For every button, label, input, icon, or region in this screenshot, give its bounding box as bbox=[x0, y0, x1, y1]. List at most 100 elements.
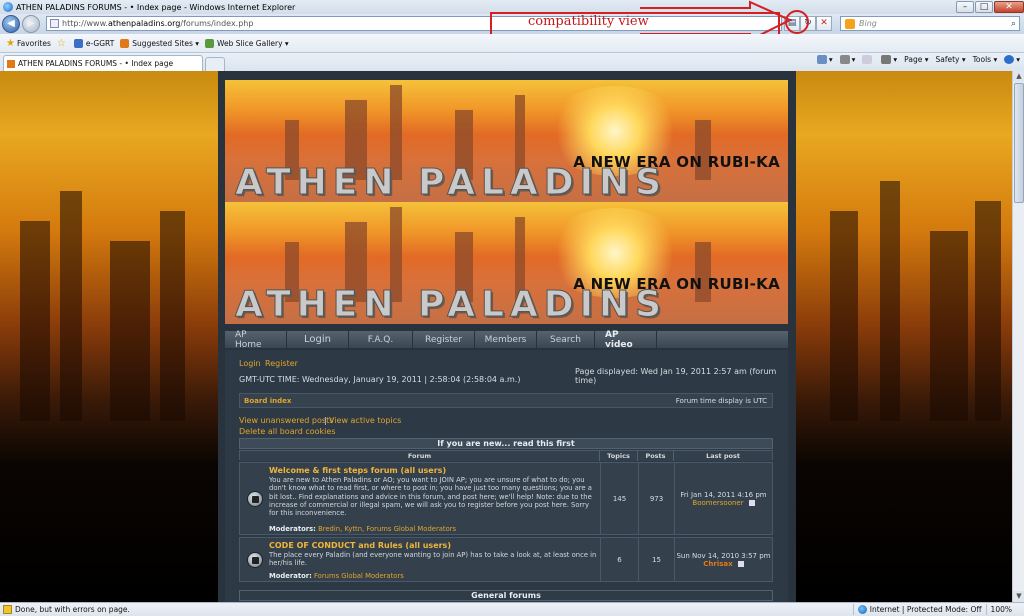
moderators-label: Moderator: bbox=[269, 572, 312, 580]
delete-cookies-link[interactable]: Delete all board cookies bbox=[239, 427, 336, 436]
timezone-note: Forum time display is UTC bbox=[675, 397, 767, 405]
search-icon[interactable]: ⌕ bbox=[1011, 19, 1016, 29]
add-favorite-button[interactable]: ☆ bbox=[57, 38, 68, 49]
safety-menu[interactable]: Safety ▾ bbox=[935, 55, 965, 64]
site-favicon bbox=[7, 59, 15, 68]
tools-menu[interactable]: Tools ▾ bbox=[973, 55, 998, 64]
scroll-thumb[interactable] bbox=[1014, 83, 1024, 203]
category-header-new[interactable]: If you are new... read this first bbox=[239, 438, 773, 449]
scroll-down-icon[interactable]: ▼ bbox=[1013, 591, 1024, 602]
close-window-button[interactable]: ✕ bbox=[994, 1, 1024, 13]
page-viewport: A NEW ERA ON RUBI-KA ATHEN PALADINS A NE… bbox=[0, 71, 1012, 602]
nav-members[interactable]: Members bbox=[475, 331, 537, 348]
forum-title-link[interactable]: Welcome & first steps forum (all users) bbox=[269, 466, 446, 475]
help-button[interactable]: ▾ bbox=[1004, 55, 1020, 64]
forum-row: Welcome & first steps forum (all users) … bbox=[239, 462, 773, 535]
tab-forum-index[interactable]: ATHEN PALADINS FORUMS - • Index page bbox=[3, 55, 203, 71]
banner-title: ATHEN PALADINS bbox=[234, 162, 668, 203]
nav-ap-video[interactable]: AP video bbox=[595, 330, 657, 350]
fav-label-1: Suggested Sites ▾ bbox=[132, 38, 200, 48]
site-nav-menu: AP Home Login F.A.Q. Register Members Se… bbox=[225, 330, 788, 350]
breadcrumb-bar: Board index Forum time display is UTC bbox=[239, 393, 773, 408]
scroll-up-icon[interactable]: ▲ bbox=[1013, 71, 1024, 82]
error-warning-icon[interactable] bbox=[3, 605, 12, 614]
maximize-button[interactable]: □ bbox=[975, 1, 993, 13]
status-bar: Done, but with errors on page. Internet … bbox=[0, 602, 1024, 616]
new-tab-button[interactable] bbox=[205, 57, 225, 71]
posts-count: 973 bbox=[638, 463, 674, 534]
favorites-label: Favorites bbox=[16, 38, 51, 48]
search-input[interactable]: Bing ⌕ bbox=[840, 16, 1020, 31]
compatibility-view-icon[interactable]: ▤ bbox=[784, 16, 800, 31]
view-unanswered-link[interactable]: View unanswered posts bbox=[239, 416, 333, 425]
feeds-button[interactable]: ▾ bbox=[839, 55, 855, 64]
forum-read-icon bbox=[247, 491, 263, 507]
page-icon bbox=[50, 19, 59, 28]
nav-register[interactable]: Register bbox=[413, 331, 475, 348]
star-icon: ★ bbox=[6, 37, 15, 49]
page-menu[interactable]: Page ▾ bbox=[904, 55, 928, 64]
last-post-cell: Fri Jan 14, 2011 4:16 pm Boomersooner bbox=[674, 463, 772, 534]
board-index-link[interactable]: Board index bbox=[244, 397, 291, 405]
nav-login[interactable]: Login bbox=[287, 331, 349, 348]
moderator-links[interactable]: Forums Global Moderators bbox=[314, 572, 404, 580]
feeds-icon bbox=[839, 55, 850, 64]
nav-search[interactable]: Search bbox=[537, 331, 595, 348]
forum-read-icon bbox=[247, 552, 263, 568]
last-post-user[interactable]: Boomersooner bbox=[692, 499, 743, 507]
print-button[interactable]: ▾ bbox=[881, 55, 897, 64]
mail-button[interactable] bbox=[862, 55, 874, 64]
refresh-icon[interactable]: ↻ bbox=[800, 16, 816, 31]
header-banner-repeat[interactable]: A NEW ERA ON RUBI-KA ATHEN PALADINS bbox=[225, 202, 788, 324]
last-post-user[interactable]: Chrisax bbox=[703, 560, 732, 568]
moderators-line: Moderator: Forums Global Moderators bbox=[269, 572, 404, 580]
moderator-links[interactable]: Bredin, Kyttn, Forums Global Moderators bbox=[318, 525, 456, 533]
last-post-date: Fri Jan 14, 2011 4:16 pm bbox=[680, 490, 767, 499]
address-prefix: http://www. bbox=[62, 19, 108, 28]
forum-row: CODE OF CONDUCT and Rules (all users) Th… bbox=[239, 537, 773, 582]
fav-item-suggested[interactable]: Suggested Sites ▾ bbox=[120, 38, 200, 48]
login-link[interactable]: Login bbox=[239, 359, 261, 368]
address-path: /forums/index.php bbox=[180, 19, 254, 28]
register-link[interactable]: Register bbox=[265, 359, 298, 368]
category-header-general[interactable]: General forums bbox=[239, 590, 773, 601]
stop-icon[interactable]: ✕ bbox=[816, 16, 832, 31]
view-latest-post-icon[interactable] bbox=[737, 560, 744, 567]
forum-page: A NEW ERA ON RUBI-KA ATHEN PALADINS A NE… bbox=[218, 71, 796, 602]
forward-button[interactable]: ▶ bbox=[22, 15, 40, 33]
forum-description: The place every Paladin (and everyone wa… bbox=[269, 551, 597, 568]
view-latest-post-icon[interactable] bbox=[748, 499, 755, 506]
favorites-button[interactable]: ★ Favorites bbox=[6, 38, 51, 49]
home-button[interactable]: ▾ bbox=[816, 55, 833, 64]
zoom-level[interactable]: 100% bbox=[991, 605, 1012, 614]
webslice-icon bbox=[205, 38, 215, 48]
col-posts: Posts bbox=[638, 451, 674, 461]
header-banner[interactable]: A NEW ERA ON RUBI-KA ATHEN PALADINS bbox=[225, 80, 788, 202]
forum-content: Login Register GMT-UTC TIME: Wednesday, … bbox=[225, 350, 788, 602]
col-lastpost: Last post bbox=[674, 451, 772, 461]
link-separator: | bbox=[324, 416, 327, 425]
add-star-icon: ☆ bbox=[56, 37, 66, 49]
col-forum: Forum bbox=[240, 451, 600, 461]
bing-icon bbox=[845, 18, 855, 29]
fav-item-eggrt[interactable]: e-GGRT bbox=[73, 38, 114, 48]
fav-item-webslice[interactable]: Web Slice Gallery ▾ bbox=[205, 38, 289, 48]
minimize-button[interactable]: – bbox=[956, 1, 974, 13]
last-post-date: Sun Nov 14, 2010 3:57 pm bbox=[676, 551, 771, 560]
banner-title: ATHEN PALADINS bbox=[234, 284, 668, 325]
posts-count: 15 bbox=[638, 538, 674, 581]
moderators-line: Moderators: Bredin, Kyttn, Forums Global… bbox=[269, 525, 456, 533]
nav-ap-home[interactable]: AP Home bbox=[225, 330, 287, 350]
ie-page-icon bbox=[73, 38, 83, 48]
vertical-scrollbar[interactable]: ▲ ▼ bbox=[1012, 71, 1024, 602]
view-active-link[interactable]: View active topics bbox=[329, 416, 401, 425]
moderators-label: Moderators: bbox=[269, 525, 316, 533]
status-message: Done, but with errors on page. bbox=[15, 605, 130, 614]
help-icon bbox=[1004, 55, 1015, 64]
forum-title-link[interactable]: CODE OF CONDUCT and Rules (all users) bbox=[269, 541, 451, 550]
nav-faq[interactable]: F.A.Q. bbox=[349, 331, 413, 348]
back-button[interactable]: ◀ bbox=[2, 15, 20, 33]
last-post-cell: Sun Nov 14, 2010 3:57 pm Chrisax bbox=[674, 538, 772, 581]
search-placeholder: Bing bbox=[859, 19, 877, 28]
annotation-label: compatibility view bbox=[528, 14, 649, 29]
